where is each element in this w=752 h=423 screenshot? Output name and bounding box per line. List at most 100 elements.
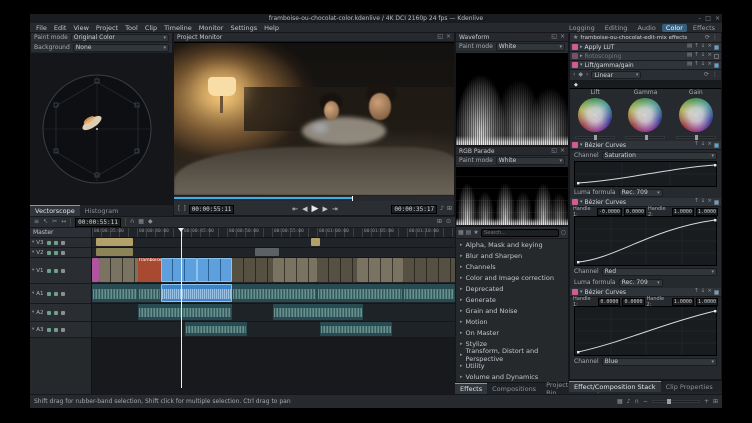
- handle2-x-spinbox[interactable]: 1.0000: [672, 298, 694, 306]
- zoom-slider[interactable]: [652, 400, 700, 403]
- zoom-in-button[interactable]: +: [704, 399, 709, 405]
- timeline-clip[interactable]: [320, 322, 392, 336]
- menu-file[interactable]: File: [33, 24, 50, 32]
- effect-enable-checkbox[interactable]: [714, 200, 719, 205]
- add-keyframe-icon[interactable]: ◆: [578, 72, 583, 78]
- mute-track-icon[interactable]: [54, 328, 58, 332]
- chevron-down-icon[interactable]: ▾: [580, 62, 583, 68]
- master-track-button[interactable]: Master: [30, 228, 91, 238]
- chevron-right-icon[interactable]: ▸: [460, 341, 463, 347]
- timeline-clip[interactable]: [357, 258, 403, 282]
- track-header-a1[interactable]: ▾A1: [30, 284, 91, 304]
- timeline-clip[interactable]: [273, 258, 317, 282]
- lock-track-icon[interactable]: [61, 311, 65, 315]
- tab-clip-properties[interactable]: Clip Properties: [661, 381, 718, 392]
- mute-track-icon[interactable]: [54, 311, 58, 315]
- effects-search-input[interactable]: [481, 229, 559, 237]
- chevron-right-icon[interactable]: ▸: [580, 44, 583, 50]
- effects-category[interactable]: ▸Alpha, Mask and keying: [456, 239, 568, 250]
- tab-effect-composition-stack[interactable]: Effect/Composition Stack: [569, 381, 661, 392]
- effect-enable-checkbox[interactable]: [714, 63, 719, 68]
- zoom-out-button[interactable]: −: [643, 399, 648, 405]
- keyframe-icon[interactable]: ◆: [574, 82, 578, 88]
- chevron-right-icon[interactable]: ▸: [460, 275, 463, 281]
- keyframe-interpolation-select[interactable]: Linear ▾: [591, 71, 641, 79]
- go-start-icon[interactable]: ⇤: [292, 206, 298, 213]
- effects-category[interactable]: ▸Motion: [456, 316, 568, 327]
- vectorscope-background-select[interactable]: None ▾: [73, 44, 169, 52]
- float-icon[interactable]: ◱: [551, 148, 557, 154]
- timeline-clip[interactable]: [185, 322, 247, 336]
- playhead[interactable]: [181, 228, 182, 388]
- chevron-right-icon[interactable]: ▸: [460, 319, 463, 325]
- blue-curve-graph[interactable]: [574, 306, 717, 356]
- gain-slider[interactable]: [676, 136, 716, 139]
- menu-tool[interactable]: Tool: [122, 24, 141, 32]
- hide-track-icon[interactable]: [47, 292, 51, 296]
- timeline-clip[interactable]: framboise-ou-chocolat: [138, 258, 161, 282]
- saturation-curve-graph[interactable]: [574, 161, 717, 187]
- favorites-icon[interactable]: ★: [473, 230, 478, 236]
- effect-row-apply-lut[interactable]: ▸ Apply LUT ▤ ↑ ↓ ×: [570, 43, 721, 52]
- menu-monitor[interactable]: Monitor: [196, 24, 227, 32]
- menu-view[interactable]: View: [70, 24, 91, 32]
- tab-vectorscope[interactable]: Vectorscope: [30, 205, 80, 216]
- effects-category[interactable]: ▸Channels: [456, 261, 568, 272]
- record-icon[interactable]: ⊙: [446, 219, 451, 225]
- presets-icon[interactable]: ▤: [687, 53, 692, 59]
- timeline-clip[interactable]: [317, 258, 357, 282]
- close-icon[interactable]: ×: [560, 148, 565, 154]
- effects-category[interactable]: ▸On Master: [456, 327, 568, 338]
- channel-select[interactable]: Blue ▾: [602, 358, 717, 366]
- chevron-right-icon[interactable]: ▸: [460, 286, 463, 292]
- snap-toggle-icon[interactable]: ∩: [635, 399, 639, 405]
- vectorscope-paint-mode-select[interactable]: Original Color ▾: [71, 34, 169, 42]
- chevron-right-icon[interactable]: ▸: [460, 330, 463, 336]
- track-lane-v2[interactable]: [92, 248, 455, 258]
- track-header-a2[interactable]: ▾A2: [30, 304, 91, 322]
- delete-icon[interactable]: ×: [707, 142, 712, 148]
- minimize-icon[interactable]: –: [698, 16, 701, 22]
- chevron-down-icon[interactable]: ▾: [32, 268, 34, 273]
- timeline-clip[interactable]: [403, 284, 455, 302]
- chevron-right-icon[interactable]: ▸: [580, 53, 583, 59]
- lock-track-icon[interactable]: [61, 328, 65, 332]
- timeline-clip[interactable]: [92, 284, 138, 302]
- move-up-icon[interactable]: ↑: [694, 62, 699, 68]
- effect-row-lift-gamma-gain[interactable]: ▾ Lift/gamma/gain ▤ ↑ ↓ ×: [570, 61, 721, 70]
- menu-timeline[interactable]: Timeline: [161, 24, 195, 32]
- effect-row-bezier-saturation[interactable]: ▾ Bézier Curves ↑ ↓ ×: [570, 141, 721, 150]
- mute-track-icon[interactable]: [54, 269, 58, 273]
- effect-enable-checkbox[interactable]: [714, 45, 719, 50]
- chevron-right-icon[interactable]: ▸: [460, 242, 463, 248]
- menu-clip[interactable]: Clip: [142, 24, 160, 32]
- effect-enable-checkbox[interactable]: [714, 54, 719, 59]
- timeline-ruler[interactable]: 00:00:35:0000:00:40:0000:00:45:0000:00:5…: [92, 228, 455, 238]
- timeline-clip[interactable]: [138, 284, 161, 302]
- close-icon[interactable]: ×: [715, 16, 720, 22]
- timeline-clip[interactable]: [403, 258, 455, 282]
- delete-icon[interactable]: ×: [707, 62, 712, 68]
- audio-thumbnails-toggle-icon[interactable]: ♪: [627, 399, 631, 405]
- presets-icon[interactable]: ▤: [687, 62, 692, 68]
- workspace-effects[interactable]: Effects: [689, 24, 719, 32]
- grid-view-icon[interactable]: ▦: [458, 230, 464, 236]
- lift-color-wheel[interactable]: [578, 98, 612, 132]
- workspace-logging[interactable]: Logging: [565, 24, 599, 32]
- snap-magnet-icon[interactable]: ∩: [130, 219, 134, 225]
- go-end-icon[interactable]: ⇥: [332, 206, 338, 213]
- move-up-icon[interactable]: ↑: [694, 199, 699, 205]
- move-up-icon[interactable]: ↑: [694, 142, 699, 148]
- timeline-clip[interactable]: [96, 248, 133, 256]
- timeline-clip[interactable]: [255, 248, 279, 256]
- effects-category[interactable]: ▸Color and Image correction: [456, 272, 568, 283]
- chevron-down-icon[interactable]: ▾: [32, 291, 34, 296]
- hide-track-icon[interactable]: [47, 241, 51, 245]
- track-lane-v3[interactable]: [92, 238, 455, 248]
- chevron-down-icon[interactable]: ▾: [32, 327, 34, 332]
- track-header-v1[interactable]: ▾V1: [30, 258, 91, 284]
- workspace-editing[interactable]: Editing: [601, 24, 632, 32]
- timeline-clip[interactable]: [197, 258, 232, 282]
- timeline-clip[interactable]: [138, 304, 232, 320]
- luma-formula-select[interactable]: Rec. 709 ▾: [619, 189, 663, 197]
